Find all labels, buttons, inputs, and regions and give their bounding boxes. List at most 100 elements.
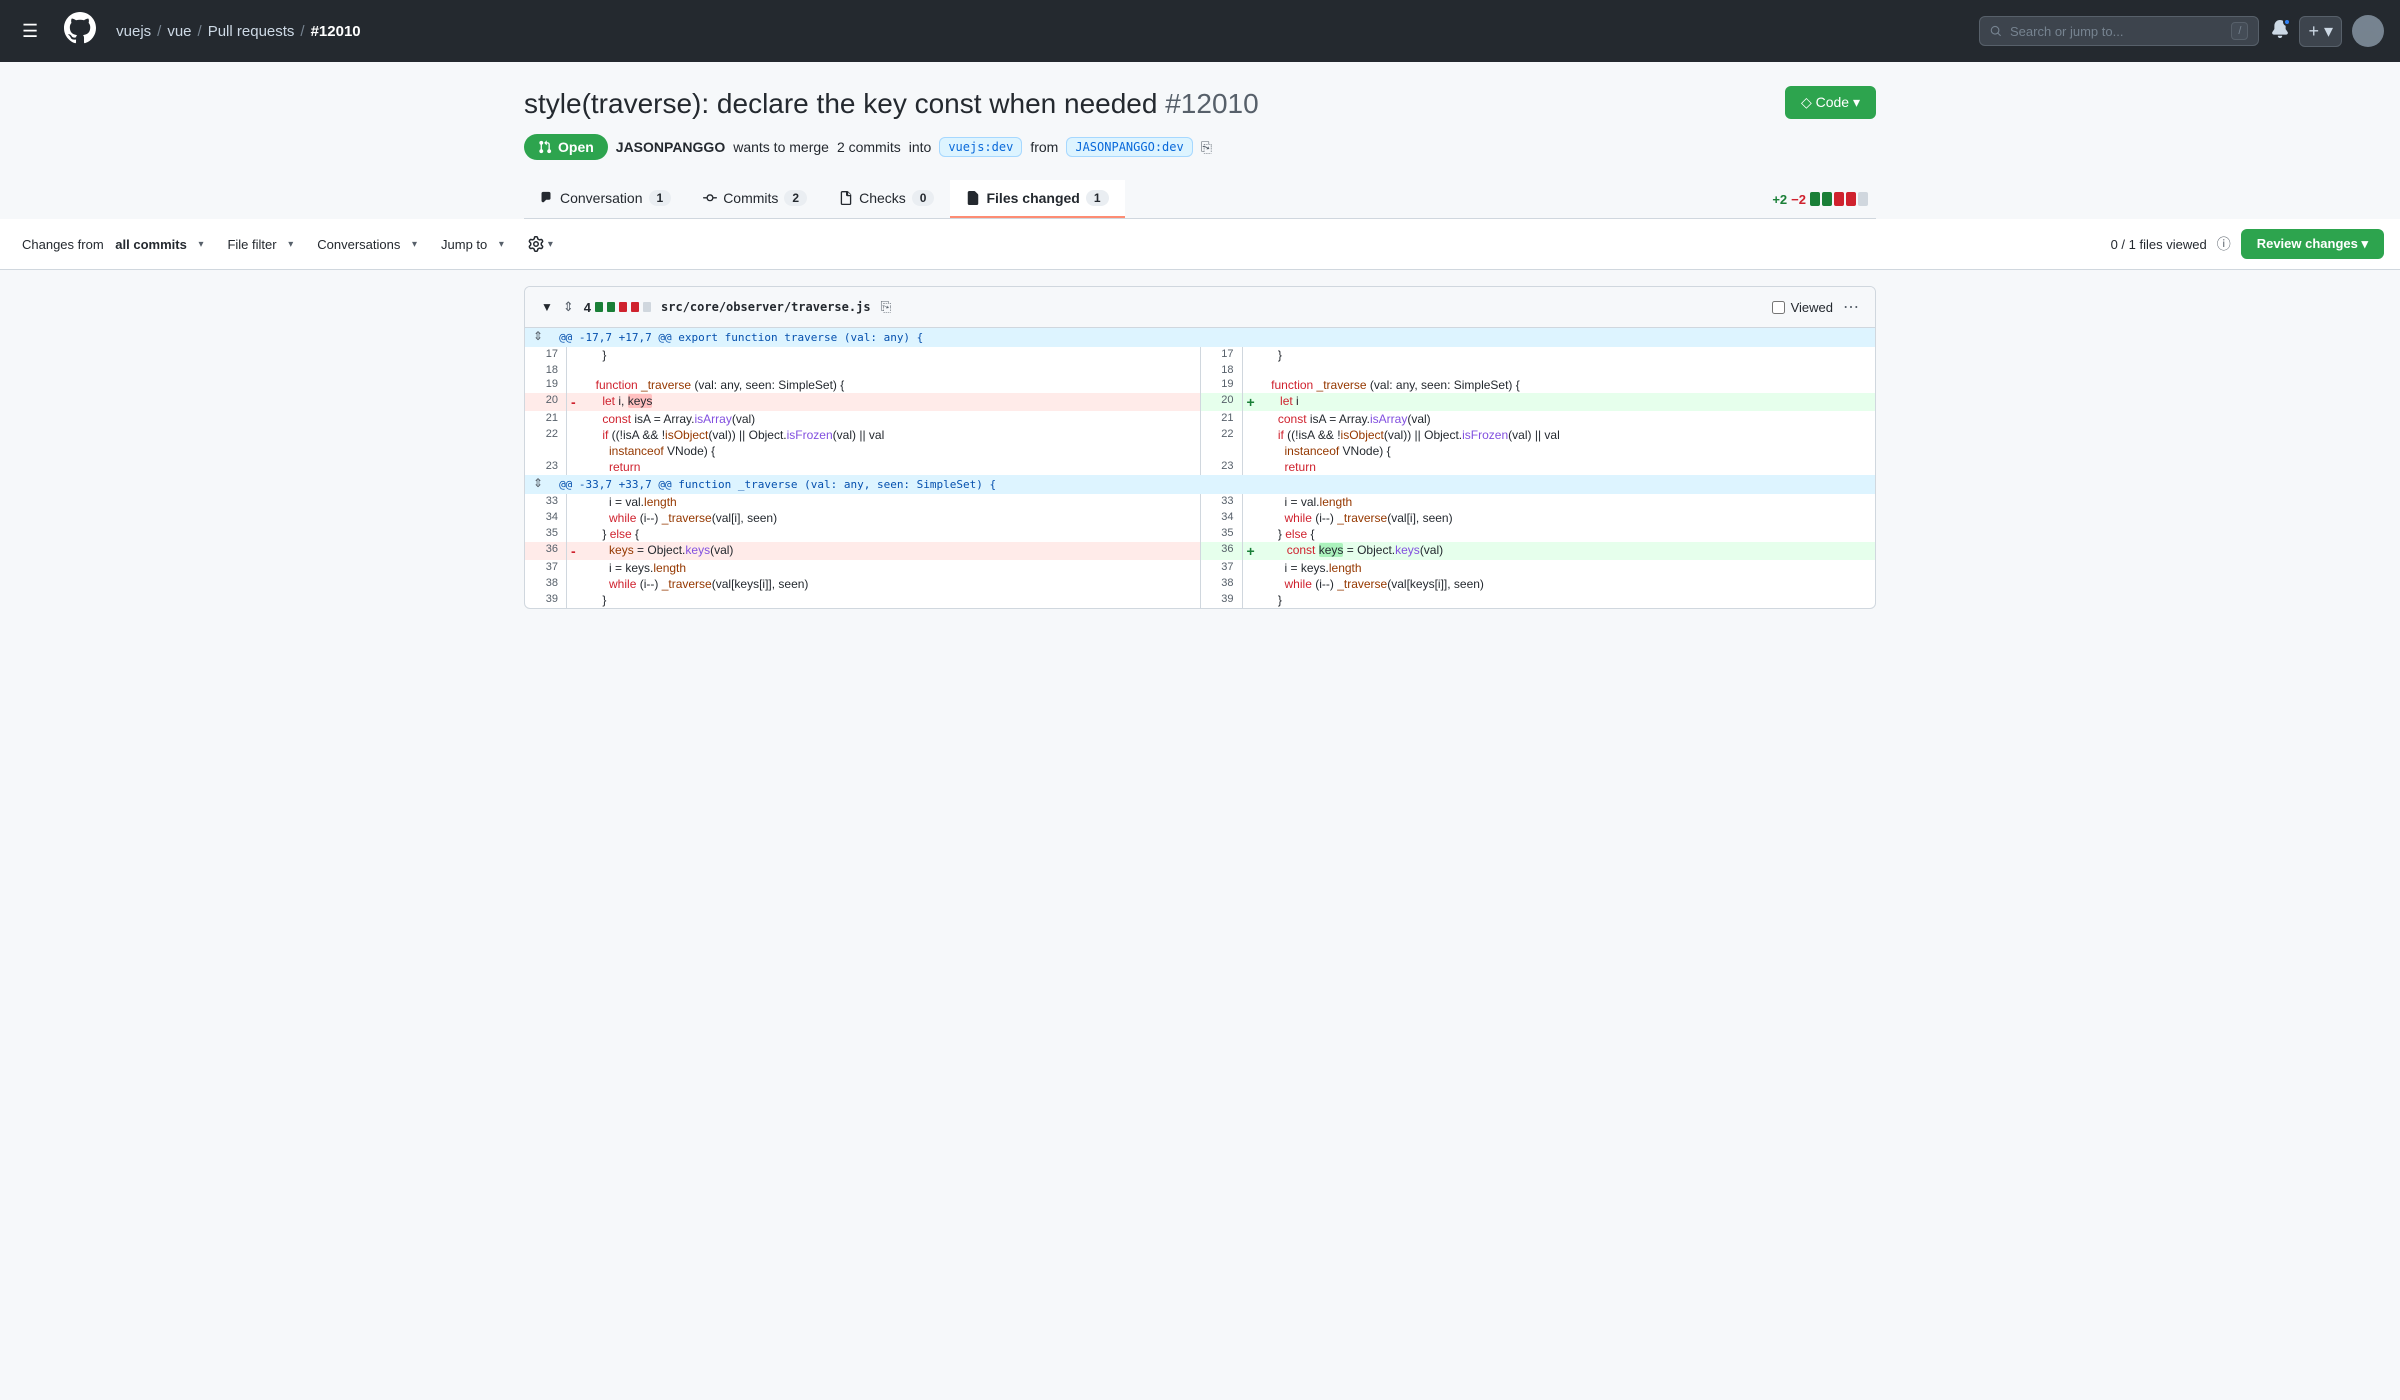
github-logo xyxy=(64,12,96,51)
tabs-bar: Conversation 1 Commits 2 Checks 0 Files … xyxy=(524,180,1876,219)
tab-conversation[interactable]: Conversation 1 xyxy=(524,180,687,218)
split-left: 39 } xyxy=(525,592,1201,608)
toolbar-right: 0 / 1 files viewed ⓘ Review changes ▾ xyxy=(2111,229,2384,259)
split-left: 37 i = keys.length xyxy=(525,560,1201,576)
split-right: 17 } xyxy=(1201,347,1876,363)
diff-file-header: ▼ ⇕ 4 src/core/observer/traverse.js ⎘ Vi… xyxy=(525,287,1875,328)
code-button[interactable]: ◇ Code ▾ xyxy=(1785,86,1876,119)
repo-link[interactable]: vue xyxy=(167,23,191,40)
split-right: 21 const isA = Array.isArray(val) xyxy=(1201,411,1876,427)
org-link[interactable]: vuejs xyxy=(116,23,151,40)
diff-file-actions: Viewed ⋯ xyxy=(1772,297,1859,317)
pr-commit-count: 2 commits xyxy=(837,139,901,155)
jump-to-button[interactable]: Jump to ▾ xyxy=(435,233,510,256)
hunk-header-2: ⇕ @@ -33,7 +33,7 @@ function _traverse (… xyxy=(525,475,1875,494)
viewed-checkbox-input[interactable] xyxy=(1772,301,1785,314)
split-left: 38 while (i--) _traverse(val[keys[i]], s… xyxy=(525,576,1201,592)
split-right: 23 return xyxy=(1201,459,1876,475)
navbar: ☰ vuejs / vue / Pull requests / #12010 /… xyxy=(0,0,2400,62)
expand-hunk-icon[interactable]: ⇕ xyxy=(525,328,551,347)
tab-conversation-count: 1 xyxy=(649,190,672,206)
tab-checks[interactable]: Checks 0 xyxy=(823,180,950,218)
pr-number-title: #12010 xyxy=(1165,88,1258,119)
diff-filename: src/core/observer/traverse.js xyxy=(661,300,871,314)
copy-branch-icon[interactable]: ⎘ xyxy=(1201,139,1212,156)
chevron-down-icon: ▾ xyxy=(288,239,293,250)
collapse-button[interactable]: ▼ xyxy=(541,300,553,314)
notifications-bell[interactable] xyxy=(2271,20,2289,43)
diff-row: 17 } 17 } xyxy=(525,347,1875,363)
hunk-info-2: @@ -33,7 +33,7 @@ function _traverse (va… xyxy=(551,475,1875,494)
split-right: 34 while (i--) _traverse(val[i], seen) xyxy=(1201,510,1876,526)
user-avatar[interactable] xyxy=(2352,15,2384,47)
split-left: 18 xyxy=(525,363,1201,377)
diff-block-1 xyxy=(1810,192,1820,206)
conversations-button[interactable]: Conversations ▾ xyxy=(311,233,423,256)
diff-row-changed: 20 - let i, keys 20 + let i xyxy=(525,393,1875,411)
settings-button[interactable]: ▾ xyxy=(522,232,559,256)
diff-row: instanceof VNode) { instanceof VNode) { xyxy=(525,443,1875,459)
split-left: 23 return xyxy=(525,459,1201,475)
split-right: 33 i = val.length xyxy=(1201,494,1876,510)
diff-row: 22 if ((!isA && !isObject(val)) || Objec… xyxy=(525,427,1875,443)
split-right: 18 xyxy=(1201,363,1876,377)
info-icon[interactable]: ⓘ xyxy=(2217,234,2231,254)
viewed-checkbox[interactable]: Viewed xyxy=(1772,300,1833,315)
diff-row: 19 function _traverse (val: any, seen: S… xyxy=(525,377,1875,393)
tab-conversation-label: Conversation xyxy=(560,190,643,206)
changes-from-button[interactable]: Changes from all commits ▾ xyxy=(16,233,209,256)
diff-block-3 xyxy=(1834,192,1844,206)
source-branch[interactable]: JASONPANGGO:dev xyxy=(1066,137,1192,157)
copy-filename-button[interactable]: ⎘ xyxy=(881,299,892,315)
diff-block-4 xyxy=(1846,192,1856,206)
diff-row: 39 } 39 } xyxy=(525,592,1875,608)
chevron-down-icon: ▾ xyxy=(412,239,417,250)
expand-lines-icon[interactable]: ⇕ xyxy=(563,299,574,315)
hunk-info-1: @@ -17,7 +17,7 @@ export function traver… xyxy=(551,328,1875,347)
pr-title: style(traverse): declare the key const w… xyxy=(524,86,1259,122)
tab-commits[interactable]: Commits 2 xyxy=(687,180,823,218)
section-link[interactable]: Pull requests xyxy=(208,23,295,40)
split-right: 39 } xyxy=(1201,592,1876,608)
tab-files-changed-count: 1 xyxy=(1086,190,1109,206)
files-toolbar: Changes from all commits ▾ File filter ▾… xyxy=(0,219,2400,270)
expand-hunk-icon-2[interactable]: ⇕ xyxy=(525,475,551,494)
diff-stats: +2 −2 xyxy=(1772,192,1876,207)
split-left-removed: 20 - let i, keys xyxy=(525,393,1201,411)
diff-row: 33 i = val.length 33 i = val.length xyxy=(525,494,1875,510)
more-options-button[interactable]: ⋯ xyxy=(1843,297,1859,317)
split-right: 38 while (i--) _traverse(val[keys[i]], s… xyxy=(1201,576,1876,592)
content-area: Changes from all commits ▾ File filter ▾… xyxy=(0,219,2400,819)
breadcrumb: vuejs / vue / Pull requests / #12010 xyxy=(116,23,361,40)
status-badge: Open xyxy=(524,134,608,160)
diff-block-2 xyxy=(1822,192,1832,206)
split-left: 35 } else { xyxy=(525,526,1201,542)
split-right: instanceof VNode) { xyxy=(1201,443,1876,459)
create-new-button[interactable]: + ▾ xyxy=(2299,16,2342,47)
diff-remove-count: −2 xyxy=(1791,192,1806,207)
notification-dot xyxy=(2283,18,2291,26)
split-left: instanceof VNode) { xyxy=(525,443,1201,459)
chevron-down-icon: ▾ xyxy=(548,239,553,250)
chevron-down-icon: ▾ xyxy=(499,239,504,250)
split-left-removed-2: 36 - keys = Object.keys(val) xyxy=(525,542,1201,560)
tab-files-changed[interactable]: Files changed 1 xyxy=(950,180,1124,218)
search-bar[interactable]: / xyxy=(1979,16,2259,46)
search-input[interactable] xyxy=(2010,24,2223,39)
target-branch[interactable]: vuejs:dev xyxy=(939,137,1022,157)
split-left: 19 function _traverse (val: any, seen: S… xyxy=(525,377,1201,393)
split-right: 19 function _traverse (val: any, seen: S… xyxy=(1201,377,1876,393)
split-right-added-2: 36 + const keys = Object.keys(val) xyxy=(1201,542,1876,560)
file-filter-button[interactable]: File filter ▾ xyxy=(221,233,299,256)
tab-checks-count: 0 xyxy=(912,190,935,206)
files-viewed: 0 / 1 files viewed xyxy=(2111,237,2207,252)
split-left: 21 const isA = Array.isArray(val) xyxy=(525,411,1201,427)
split-left: 33 i = val.length xyxy=(525,494,1201,510)
diff-block-5 xyxy=(1858,192,1868,206)
main-content: style(traverse): declare the key const w… xyxy=(500,62,1900,219)
diff-row: 35 } else { 35 } else { xyxy=(525,526,1875,542)
review-changes-button[interactable]: Review changes ▾ xyxy=(2241,229,2384,259)
hamburger-button[interactable]: ☰ xyxy=(16,15,44,48)
pr-number-breadcrumb: #12010 xyxy=(311,23,361,40)
diff-row: 18 18 xyxy=(525,363,1875,377)
